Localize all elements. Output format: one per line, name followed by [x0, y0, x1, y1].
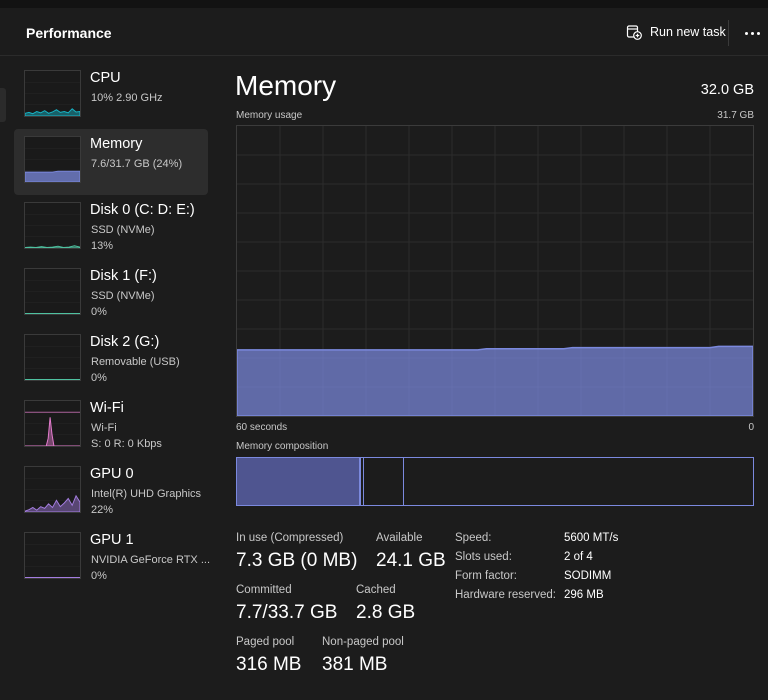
time-zero-label: 0 [748, 422, 754, 433]
slots-used-value: 2 of 4 [564, 551, 593, 563]
slots-used-label: Slots used: [455, 551, 512, 563]
memory-usage-graph [236, 125, 754, 417]
cached-label: Cached [356, 584, 396, 596]
hardware-reserved-label: Hardware reserved: [455, 589, 556, 601]
sidebar-item-detail-line: 22% [91, 504, 114, 516]
cached-value: 2.8 GB [356, 602, 416, 623]
sidebar-item-detail-line: 0% [91, 306, 107, 318]
in-use-label: In use (Compressed) [236, 532, 344, 544]
more-options-button[interactable] [738, 20, 766, 46]
page-title: Performance [26, 25, 112, 41]
title-bar: Performance Run new task [0, 0, 768, 56]
resource-title: Memory [235, 70, 337, 101]
sidebar-thumbnail-graph [24, 334, 81, 381]
memory-composition-bar [236, 457, 754, 506]
sidebar-item-detail-line: Wi-Fi [91, 422, 117, 434]
composition-in-use[interactable] [237, 458, 361, 505]
sidebar-item-title: GPU 1 [90, 532, 134, 548]
sidebar-item-detail-line: S: 0 R: 0 Kbps [91, 438, 162, 450]
sidebar-item-gpu-1[interactable]: GPU 1 NVIDIA GeForce RTX ... 0% [14, 525, 210, 591]
sidebar-item-details: 10% 2.90 GHz [91, 90, 163, 106]
sidebar-item-detail-line: 0% [91, 372, 107, 384]
sidebar-item-details: Removable (USB) 0% [91, 354, 180, 386]
sidebar-item-title: Disk 1 (F:) [90, 268, 157, 284]
memory-usage-label: Memory usage [236, 110, 303, 121]
sidebar-thumbnail-graph [24, 466, 81, 513]
sidebar-item-details: NVIDIA GeForce RTX ... 0% [91, 552, 210, 584]
sidebar-item-details: Wi-Fi S: 0 R: 0 Kbps [91, 420, 162, 452]
sidebar-item-details: 7.6/31.7 GB (24%) [91, 156, 182, 172]
sidebar-item-detail-line: SSD (NVMe) [91, 290, 155, 302]
composition-standby[interactable] [364, 458, 404, 505]
run-new-task-button[interactable]: Run new task [620, 18, 732, 46]
sidebar-item-title: Disk 2 (G:) [90, 334, 160, 350]
sidebar-item-details: SSD (NVMe) 13% [91, 222, 155, 254]
sidebar-item-detail-line: Removable (USB) [91, 356, 180, 368]
form-factor-value: SODIMM [564, 570, 612, 582]
more-icon [744, 31, 760, 35]
sidebar-item-disk-2[interactable]: Disk 2 (G:) Removable (USB) 0% [14, 327, 208, 393]
memory-usage-area [237, 345, 753, 416]
sidebar-item-cpu[interactable]: CPU 10% 2.90 GHz [14, 63, 208, 129]
sidebar-item-details: SSD (NVMe) 0% [91, 288, 155, 320]
sidebar-item-title: Wi-Fi [90, 400, 124, 416]
nav-pane-edge[interactable] [0, 88, 6, 122]
sidebar-item-detail-line: SSD (NVMe) [91, 224, 155, 236]
sidebar-item-title: Memory [90, 136, 143, 152]
speed-label: Speed: [455, 532, 492, 544]
available-label: Available [376, 532, 423, 544]
composition-free[interactable] [404, 458, 753, 505]
sidebar-item-detail-line: NVIDIA GeForce RTX ... [91, 554, 210, 566]
run-new-task-label: Run new task [650, 25, 726, 39]
committed-label: Committed [236, 584, 292, 596]
sidebar-item-title: GPU 0 [90, 466, 134, 482]
sidebar-thumbnail-graph [24, 532, 81, 579]
paged-pool-label: Paged pool [236, 636, 295, 648]
sidebar-item-title: Disk 0 (C: D: E:) [90, 202, 195, 218]
available-value: 24.1 GB [376, 550, 446, 571]
sidebar-thumbnail-graph [24, 400, 81, 447]
memory-usage-max: 31.7 GB [717, 110, 754, 121]
sidebar-thumbnail-graph [24, 136, 81, 183]
sidebar-item-detail-line: 13% [91, 240, 114, 252]
sidebar-thumbnail-graph [24, 202, 81, 249]
toolbar-divider [728, 20, 729, 46]
paged-pool-value: 316 MB [236, 654, 302, 675]
non-paged-pool-value: 381 MB [322, 654, 388, 675]
run-task-icon [626, 25, 642, 40]
sidebar-item-gpu-0[interactable]: GPU 0 Intel(R) UHD Graphics 22% [14, 459, 208, 525]
sidebar-item-detail-line: 0% [91, 570, 107, 582]
non-paged-pool-label: Non-paged pool [322, 636, 404, 648]
form-factor-label: Form factor: [455, 570, 517, 582]
total-memory: 32.0 GB [700, 82, 754, 98]
time-span-label: 60 seconds [236, 422, 288, 433]
sidebar-item-wifi[interactable]: Wi-Fi Wi-Fi S: 0 R: 0 Kbps [14, 393, 208, 459]
sidebar-item-detail-line: Intel(R) UHD Graphics [91, 488, 202, 500]
sidebar-item-memory[interactable]: Memory 7.6/31.7 GB (24%) [14, 129, 208, 195]
sidebar-item-title: CPU [90, 70, 121, 86]
hardware-reserved-value: 296 MB [564, 589, 604, 601]
performance-sidebar: CPU 10% 2.90 GHz Memory 7.6/31.7 GB (24%) Di… [14, 63, 210, 591]
sidebar-item-details: Intel(R) UHD Graphics 22% [91, 486, 201, 518]
sidebar-item-detail-line: 7.6/31.7 GB (24%) [91, 158, 183, 170]
sidebar-thumbnail-graph [24, 268, 81, 315]
sidebar-item-disk-1[interactable]: Disk 1 (F:) SSD (NVMe) 0% [14, 261, 208, 327]
speed-value: 5600 MT/s [564, 532, 619, 544]
committed-value: 7.7/33.7 GB [236, 602, 338, 623]
sidebar-item-detail-line: 10% 2.90 GHz [91, 92, 163, 104]
sidebar-item-disk-0[interactable]: Disk 0 (C: D: E:) SSD (NVMe) 13% [14, 195, 208, 261]
sidebar-thumbnail-graph [24, 70, 81, 117]
in-use-value: 7.3 GB (0 MB) [236, 550, 358, 571]
memory-composition-label: Memory composition [236, 441, 329, 452]
